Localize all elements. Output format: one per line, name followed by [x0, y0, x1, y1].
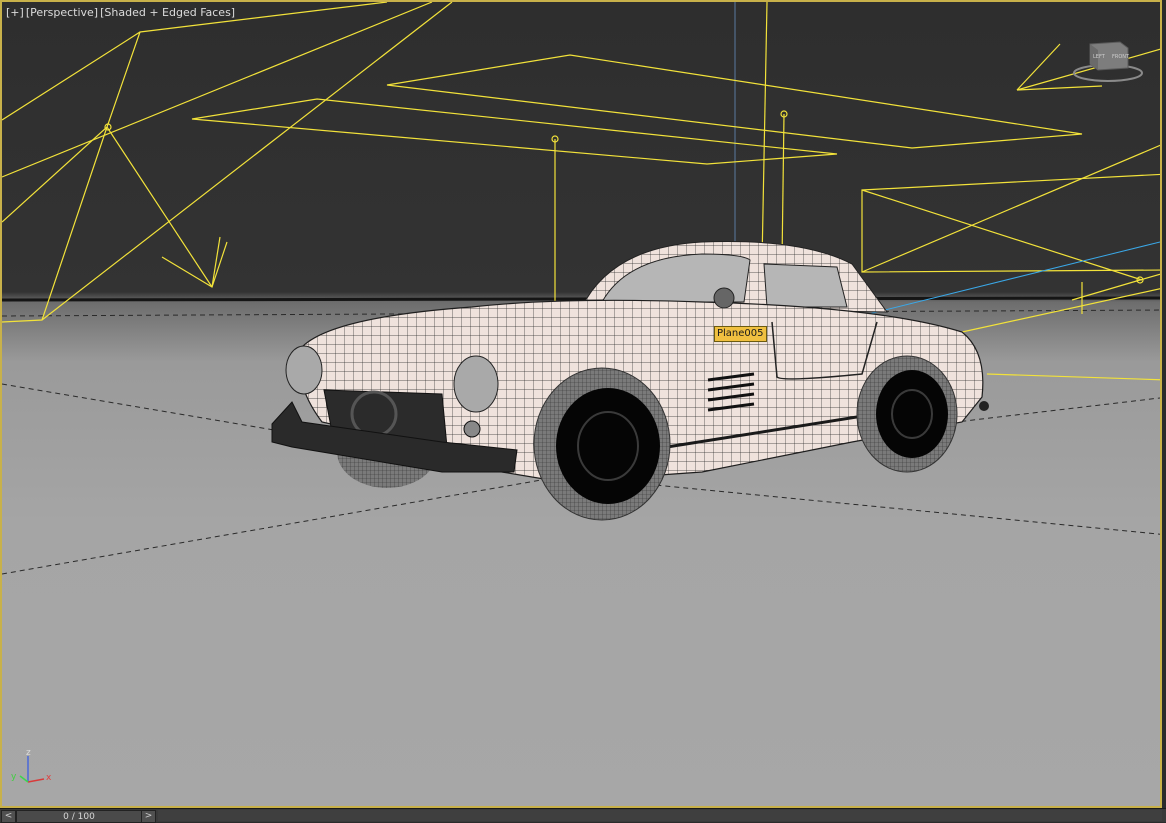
- selected-object-tooltip: Plane005: [714, 326, 767, 342]
- viewport-menu-plus[interactable]: [+]: [6, 6, 24, 19]
- viewcube[interactable]: LEFT FRONT: [1072, 40, 1144, 86]
- timeline-frame-display: 0 / 100: [63, 812, 95, 822]
- viewport-shading-label[interactable]: [Shaded + Edged Faces]: [100, 6, 235, 19]
- timeline-next-button[interactable]: >: [141, 810, 156, 823]
- horizon-line: [2, 296, 1160, 302]
- viewcube-front-label: FRONT: [1112, 54, 1130, 60]
- axis-tripod: z x y: [11, 748, 52, 783]
- axis-z-label: z: [26, 748, 31, 758]
- axis-y-label: y: [11, 772, 17, 782]
- perspective-viewport[interactable]: [+] [Perspective] [Shaded + Edged Faces] P…: [0, 0, 1162, 808]
- timeline-prev-button[interactable]: <: [1, 810, 16, 823]
- viewport-label[interactable]: [+] [Perspective] [Shaded + Edged Faces]: [6, 6, 237, 19]
- viewcube-left-label: LEFT: [1093, 54, 1106, 60]
- car-model[interactable]: [271, 240, 989, 521]
- timeline-track[interactable]: [158, 810, 1162, 821]
- scene-canvas[interactable]: [2, 2, 1162, 808]
- timeline-slider[interactable]: 0 / 100: [16, 810, 142, 823]
- timeline-bar[interactable]: < 0 / 100 >: [0, 808, 1166, 823]
- axis-x-label: x: [46, 773, 52, 783]
- viewport-view-label[interactable]: [Perspective]: [26, 6, 98, 19]
